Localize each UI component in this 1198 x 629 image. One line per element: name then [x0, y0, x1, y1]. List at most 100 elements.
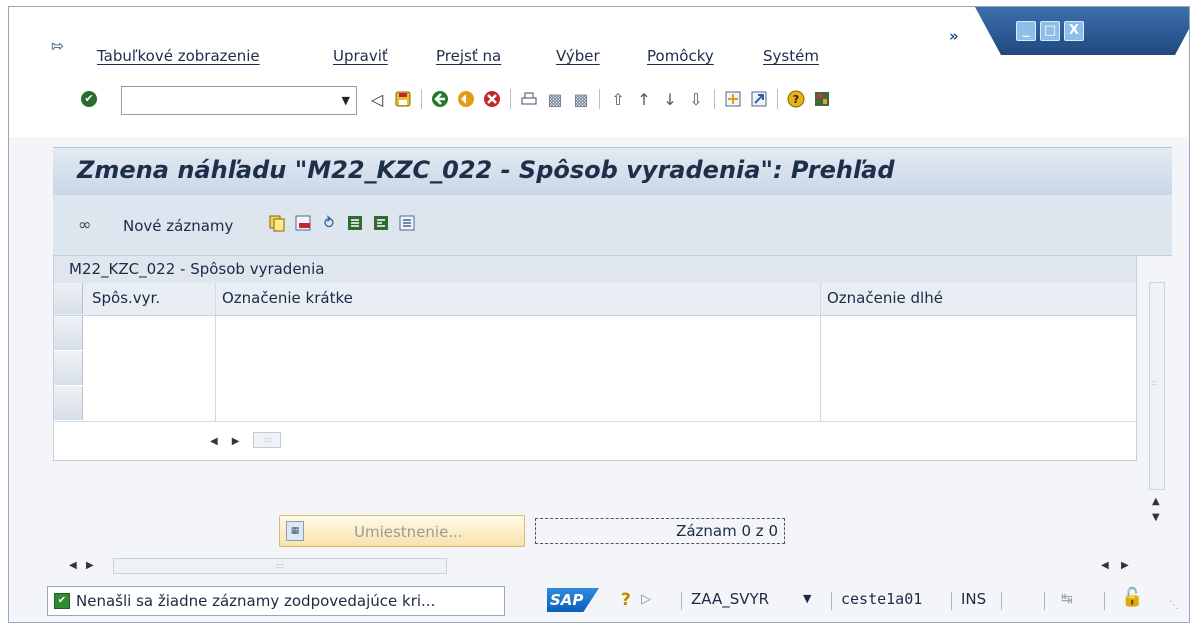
previous-page-icon[interactable]: ↑	[634, 89, 654, 109]
menu-toggle-icon[interactable]: ⇰	[51, 37, 69, 55]
position-icon: ▦	[286, 521, 304, 541]
menu-goto[interactable]: Prejsť na	[436, 47, 501, 65]
first-page-icon[interactable]: ⇧	[608, 89, 628, 109]
table-row[interactable]	[54, 316, 1136, 352]
menu-edit[interactable]: Upraviť	[333, 47, 388, 65]
scroll-up-icon[interactable]: ▲	[1152, 496, 1160, 507]
entry-counter: Záznam 0 z 0	[535, 518, 785, 544]
toolbar-separator	[714, 89, 715, 109]
position-button-label: Umiestnenie...	[354, 523, 463, 541]
column-header-long-desc[interactable]: Označenie dlhé	[827, 289, 943, 307]
row-selector[interactable]	[54, 386, 83, 420]
column-divider	[820, 283, 821, 421]
shortcut-icon[interactable]	[749, 89, 769, 109]
undo-icon[interactable]: ⥁	[319, 213, 339, 233]
chevron-down-icon[interactable]: ▼	[803, 592, 811, 605]
display-change-icon[interactable]: ∞	[78, 215, 91, 234]
svg-text:?: ?	[793, 93, 799, 106]
table-title: M22_KZC_022 - Spôsob vyradenia	[69, 260, 325, 278]
menu-utilities[interactable]: Pomôcky	[647, 47, 714, 65]
select-all-rows[interactable]	[54, 283, 83, 314]
menu-tabular-view[interactable]: Tabuľkové zobrazenie	[97, 47, 260, 65]
create-session-icon[interactable]	[723, 89, 743, 109]
status-bar: ✔ Nenašli sa žiadne záznamy zodpovedajúc…	[9, 582, 1189, 622]
enter-check-icon[interactable]: ✔	[81, 91, 97, 107]
exit-icon[interactable]	[456, 89, 476, 109]
select-all-icon[interactable]	[345, 213, 365, 233]
column-header-short-desc[interactable]: Označenie krátke	[222, 289, 353, 307]
success-check-icon: ✔	[54, 593, 70, 609]
deselect-all-icon[interactable]	[397, 213, 417, 233]
find-icon[interactable]: ▩	[545, 89, 565, 109]
delete-icon[interactable]	[293, 213, 313, 233]
resize-grip-icon[interactable]: ⋱	[1169, 600, 1179, 611]
help-icon[interactable]: ?	[786, 89, 806, 109]
back-arrow-icon[interactable]: ◁	[367, 89, 387, 109]
row-selector[interactable]	[54, 351, 83, 385]
scroll-right-icon[interactable]: ▶	[86, 560, 94, 571]
position-button[interactable]: ▦ Umiestnenie...	[279, 515, 525, 547]
page-title: Zmena náhľadu "M22_KZC_022 - Spôsob vyra…	[77, 156, 895, 184]
find-next-icon[interactable]: ▩	[571, 89, 591, 109]
back-green-icon[interactable]	[430, 89, 450, 109]
more-menu-icon[interactable]: »	[949, 27, 959, 45]
print-icon[interactable]	[519, 89, 539, 109]
scroll-left-icon[interactable]: ◀	[69, 560, 77, 571]
scroll-track[interactable]: ::	[1149, 282, 1165, 490]
new-entries-button[interactable]: Nové záznamy	[123, 217, 233, 235]
toolbar-separator	[599, 89, 600, 109]
column-header-method[interactable]: Spôs.vyr.	[92, 289, 160, 307]
toolbar-separator	[777, 89, 778, 109]
scroll-right-icon[interactable]: ▶	[232, 436, 240, 447]
table-control: M22_KZC_022 - Spôsob vyradenia Spôs.vyr.…	[53, 255, 1137, 461]
customize-layout-icon[interactable]	[812, 89, 832, 109]
table-horizontal-scroll[interactable]: ◀ ▶:::	[210, 432, 282, 448]
standard-toolbar: ✔ ▼ ◁ ▩ ▩ ⇧ ↑ ↓ ⇩ ?	[9, 77, 1189, 137]
close-button[interactable]: X	[1064, 21, 1084, 41]
application-toolbar: ∞ Nové záznamy ⥁	[53, 195, 1172, 256]
transaction-code: ZAA_SVYR	[691, 590, 770, 608]
table-row[interactable]	[54, 386, 1136, 422]
vertical-scrollbar[interactable]: :: ▲ ▼	[1149, 282, 1165, 524]
status-divider	[1104, 592, 1105, 610]
scroll-thumb[interactable]: :::	[253, 432, 282, 448]
status-message[interactable]: ✔ Nenašli sa žiadne záznamy zodpovedajúc…	[47, 586, 505, 616]
select-block-icon[interactable]	[371, 213, 391, 233]
help-question-icon[interactable]: ?	[621, 590, 631, 610]
save-icon[interactable]	[393, 89, 413, 109]
toolbar-icons: ◁ ▩ ▩ ⇧ ↑ ↓ ⇩ ?	[367, 87, 838, 111]
table-row[interactable]	[54, 351, 1136, 387]
insert-mode[interactable]: INS	[961, 590, 986, 608]
minimize-button[interactable]: _	[1016, 21, 1036, 41]
keyboard-icon[interactable]: ↹	[1061, 591, 1073, 607]
main-content: Zmena náhľadu "M22_KZC_022 - Spôsob vyra…	[53, 147, 1172, 574]
cancel-icon[interactable]	[482, 89, 502, 109]
screen-horizontal-scroll[interactable]: ◀ ▶ ::: ◀ ▶	[53, 558, 1172, 574]
expand-status-icon[interactable]: ▷	[641, 592, 651, 607]
scroll-left-icon[interactable]: ◀	[210, 436, 218, 447]
unlock-icon[interactable]: 🔓	[1121, 587, 1143, 608]
sap-logo: SAP	[547, 588, 599, 612]
status-divider	[951, 592, 952, 610]
menu-system[interactable]: Systém	[763, 47, 819, 65]
scroll-left-icon[interactable]: ◀	[1101, 560, 1109, 571]
status-divider	[1001, 592, 1002, 610]
chevron-down-icon[interactable]: ▼	[342, 94, 350, 107]
row-selector[interactable]	[54, 316, 83, 350]
scroll-thumb[interactable]: :::	[113, 558, 447, 574]
table-title-bar: M22_KZC_022 - Spôsob vyradenia	[54, 256, 1136, 283]
maximize-button[interactable]: □	[1040, 21, 1060, 41]
toolbar-separator	[510, 89, 511, 109]
last-page-icon[interactable]: ⇩	[686, 89, 706, 109]
scroll-down-icon[interactable]: ▼	[1152, 512, 1160, 523]
server-name: ceste1a01	[841, 590, 923, 608]
status-divider	[1044, 592, 1045, 610]
menu-selection[interactable]: Výber	[556, 47, 600, 65]
scroll-right-icon[interactable]: ▶	[1121, 560, 1129, 571]
entry-counter-text: Záznam 0 z 0	[676, 522, 778, 540]
title-band: Zmena náhľadu "M22_KZC_022 - Spôsob vyra…	[53, 147, 1172, 196]
command-field[interactable]: ▼	[121, 86, 357, 115]
copy-icon[interactable]	[267, 213, 287, 233]
status-message-text: Nenašli sa žiadne záznamy zodpovedajúce …	[76, 592, 436, 610]
next-page-icon[interactable]: ↓	[660, 89, 680, 109]
